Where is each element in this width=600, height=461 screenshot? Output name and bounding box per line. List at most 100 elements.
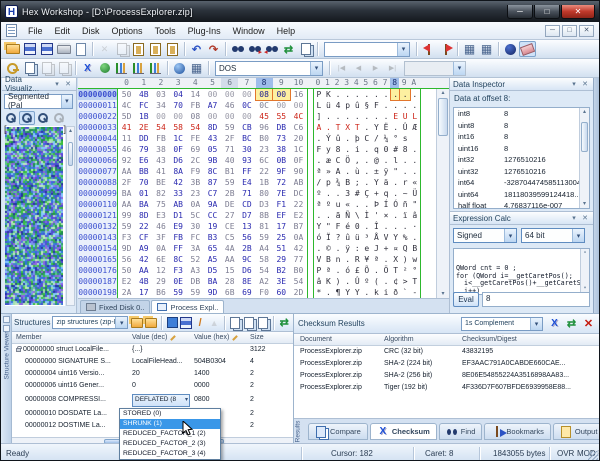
grid-icon[interactable] [461, 41, 478, 57]
hex-byte[interactable]: C6 [290, 122, 307, 133]
hex-byte[interactable]: 0C [238, 100, 255, 111]
hex-byte[interactable]: FF [238, 166, 255, 177]
col-value-dec[interactable]: Value (dec) [132, 334, 194, 341]
paste-icon[interactable] [130, 41, 147, 57]
hex-byte[interactable]: 12 [152, 265, 169, 276]
mdi-minimize-button[interactable]: ─ [545, 25, 560, 37]
ascii-char[interactable]: ª [324, 265, 334, 276]
hex-address[interactable]: 00000066 [78, 155, 118, 166]
ascii-char[interactable]: # [391, 144, 401, 155]
hex-byte[interactable]: 00 [204, 111, 221, 122]
ascii-char[interactable]: Û [352, 276, 362, 287]
clipboard-icon[interactable] [164, 41, 181, 57]
ascii-char[interactable]: X [343, 122, 353, 133]
insert-icon[interactable] [165, 316, 179, 330]
ascii-char[interactable]: . [410, 166, 420, 177]
panel-pin-icon[interactable]: ▾ [569, 214, 579, 222]
ascii-char[interactable]: . [391, 122, 401, 133]
zoom-out-icon[interactable] [3, 111, 19, 125]
ascii-char[interactable]: . [324, 111, 334, 122]
results-tab-bookmarks[interactable]: Bookmarks [484, 423, 551, 440]
hex-byte[interactable]: EF [273, 210, 290, 221]
ascii-char[interactable]: U [400, 111, 410, 122]
resize-grip[interactable] [588, 451, 598, 461]
hex-byte[interactable]: 00 [221, 111, 238, 122]
ascii-char[interactable]: ] [314, 111, 324, 122]
hex-col-header[interactable]: 4 [187, 78, 204, 88]
ascii-char[interactable]: . [362, 287, 372, 298]
ascii-char[interactable]: - [410, 287, 420, 298]
hex-byte[interactable]: 60 [273, 287, 290, 298]
hex-byte[interactable]: 2B [221, 188, 238, 199]
hex-byte[interactable]: 00 [238, 111, 255, 122]
ascii-char[interactable]: . [362, 199, 372, 210]
hex-byte[interactable]: 69 [187, 144, 204, 155]
ascii-char[interactable]: × [381, 210, 391, 221]
ascii-char[interactable]: ) [400, 254, 410, 265]
hex-byte[interactable]: 9C [238, 254, 255, 265]
ascii-char[interactable]: q [372, 144, 382, 155]
ascii-char[interactable]: . [352, 89, 362, 100]
ascii-char[interactable]: / [372, 133, 382, 144]
hex-byte[interactable]: 0B [273, 155, 290, 166]
hex-byte[interactable]: AA [118, 166, 135, 177]
goto-icon[interactable] [297, 41, 314, 57]
menu-plug-ins[interactable]: Plug-Ins [182, 24, 227, 38]
hex-byte[interactable]: DD [135, 133, 152, 144]
hex-byte[interactable]: F0 [256, 287, 273, 298]
hex-col-header[interactable]: 5 [204, 78, 221, 88]
hex-byte[interactable]: E2 [118, 276, 135, 287]
ascii-char[interactable]: Ý [324, 133, 334, 144]
hex-byte[interactable]: AA [221, 254, 238, 265]
hex-byte[interactable]: 7E [273, 188, 290, 199]
hex-col-header[interactable]: 0 [118, 78, 135, 88]
ascii-char[interactable]: ª [314, 166, 324, 177]
hex-byte[interactable]: 27 [221, 210, 238, 221]
ascii-char[interactable]: " [391, 166, 401, 177]
zoom-fit-icon[interactable] [19, 111, 35, 125]
save-icon[interactable] [38, 41, 55, 57]
disabled-select[interactable]: ▾ [404, 61, 466, 76]
ascii-char[interactable]: . [400, 100, 410, 111]
hex-byte[interactable]: 05 [204, 144, 221, 155]
hex-byte[interactable]: 59 [221, 177, 238, 188]
generate-icon[interactable] [546, 316, 563, 332]
ascii-char[interactable]: T [391, 265, 401, 276]
ascii-char[interactable]: 0 [381, 144, 391, 155]
inspector-entry[interactable]: int88 [454, 108, 589, 120]
ascii-char[interactable]: . [333, 243, 343, 254]
ascii-char[interactable]: Õ [362, 265, 372, 276]
hex-byte[interactable]: 00 [221, 89, 238, 100]
dropdown-item[interactable]: REDUCED_FACTOR_1 (2) [120, 429, 220, 439]
hex-byte[interactable]: AA [118, 199, 135, 210]
ascii-char[interactable]: . [352, 199, 362, 210]
hex-byte[interactable]: 80 [256, 188, 273, 199]
hex-address[interactable]: 00000099 [78, 188, 118, 199]
hex-byte[interactable]: 8B [256, 210, 273, 221]
hex-byte[interactable]: 8D [204, 122, 221, 133]
hex-byte[interactable]: 75 [152, 199, 169, 210]
ascii-char[interactable]: . [381, 155, 391, 166]
hex-byte[interactable]: 42 [170, 177, 187, 188]
preview-icon[interactable] [72, 41, 89, 57]
ascii-char[interactable]: l [391, 155, 401, 166]
hex-byte[interactable]: 46 [152, 221, 169, 232]
ascii-char[interactable]: p [343, 100, 353, 111]
hex-byte[interactable]: FB [187, 100, 204, 111]
ascii-char[interactable]: e [362, 243, 372, 254]
close-button[interactable]: ✕ [561, 5, 595, 19]
ascii-char[interactable]: . [333, 89, 343, 100]
ascii-char[interactable]: K [324, 276, 334, 287]
bit-mode-select[interactable]: 64 bit▾ [521, 228, 585, 243]
menu-options[interactable]: Options [106, 24, 149, 38]
hex-byte[interactable]: 04 [170, 89, 187, 100]
ascii-char[interactable]: B [324, 254, 334, 265]
ascii-char[interactable]: ù [352, 166, 362, 177]
ascii-char[interactable]: . [343, 276, 353, 287]
hex-byte[interactable]: E3 [152, 210, 169, 221]
menu-window[interactable]: Window [227, 24, 271, 38]
ascii-char[interactable]: . [362, 155, 372, 166]
ascii-char[interactable]: . [362, 166, 372, 177]
hex-byte[interactable]: DB [273, 122, 290, 133]
hex-byte[interactable]: 23 [256, 144, 273, 155]
